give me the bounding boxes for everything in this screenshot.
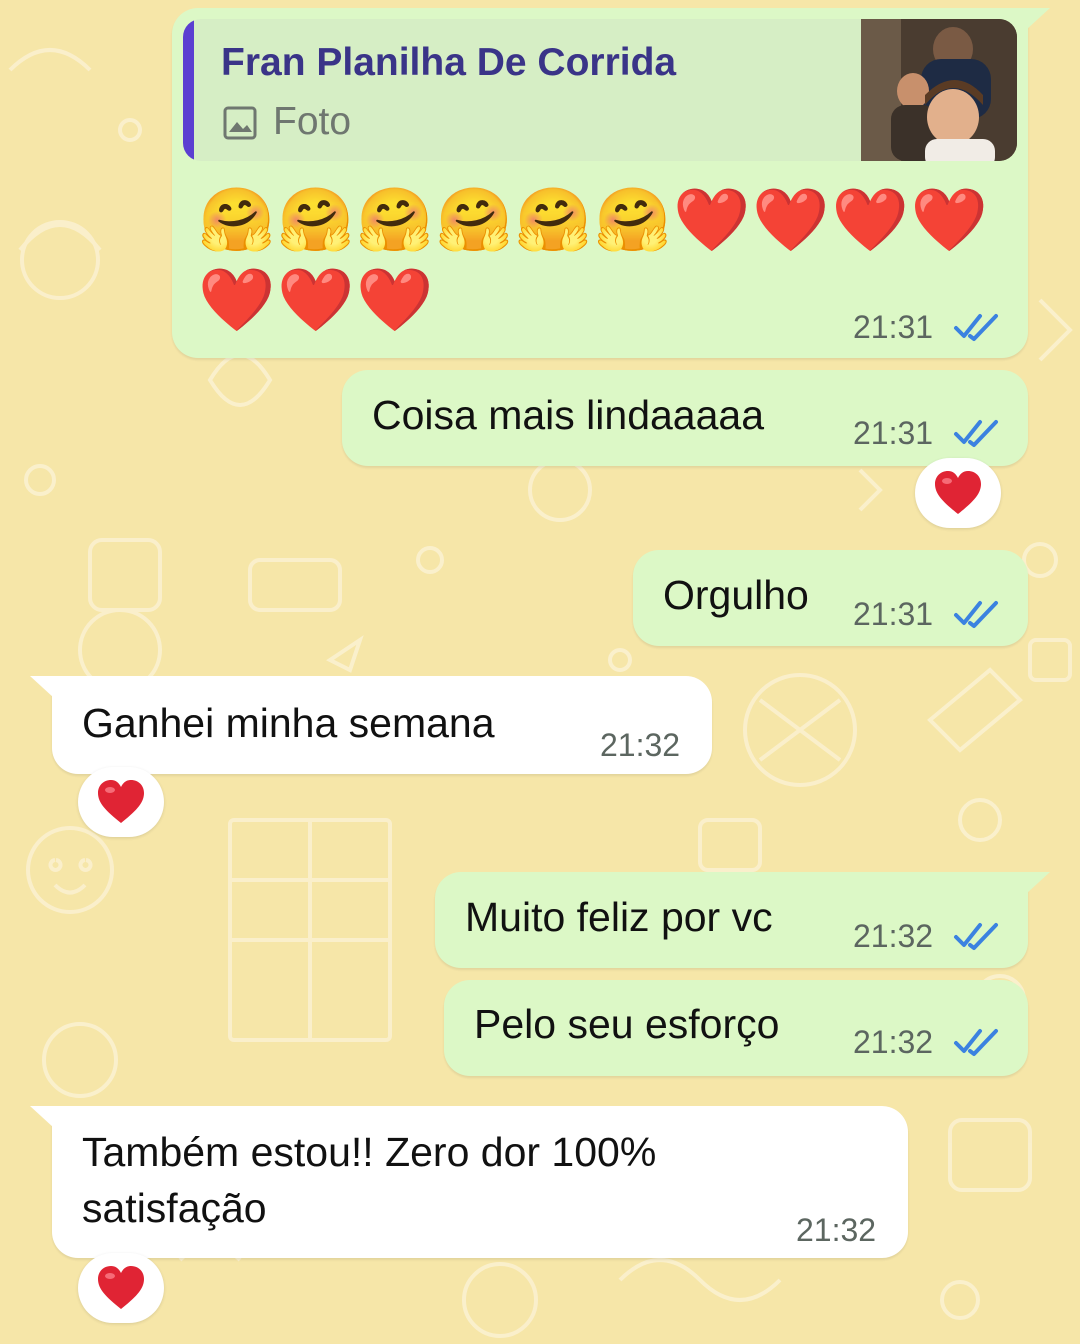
read-receipt-icon (954, 314, 998, 341)
read-receipt-icon (954, 420, 998, 447)
message-time: 21:31 (853, 415, 934, 451)
message-text: Pelo seu esforço (474, 1001, 780, 1047)
message-time: 21:32 (853, 1024, 934, 1060)
message-text-line-1: Também estou!! Zero dor 100% (82, 1129, 657, 1175)
message-time: 21:32 (796, 1212, 877, 1248)
message-text: Muito feliz por vc (465, 894, 773, 940)
read-receipt-icon (954, 601, 998, 628)
image-icon (223, 106, 257, 140)
message-text-line-2: satisfação (82, 1185, 267, 1231)
bubble-tail (1026, 8, 1050, 30)
message-time: 21:32 (600, 727, 681, 763)
red-heart-icon (935, 471, 981, 514)
message-time: 21:32 (853, 918, 934, 954)
reaction-badge[interactable] (915, 458, 1001, 528)
message-time: 21:31 (853, 596, 934, 632)
quoted-type-label: Foto (273, 100, 352, 143)
message-text: Ganhei minha semana (82, 700, 495, 746)
bubble-tail (30, 676, 54, 698)
message-time: 21:31 (853, 309, 934, 345)
quote-accent-bar (183, 19, 194, 161)
message-text: Orgulho (663, 572, 809, 618)
bubble-tail (1026, 872, 1050, 894)
message-text: Coisa mais lindaaaaa (372, 392, 765, 438)
read-receipt-icon (954, 1029, 998, 1056)
read-receipt-icon (954, 923, 998, 950)
reaction-badge[interactable] (78, 1253, 164, 1323)
quoted-photo-thumbnail[interactable] (861, 19, 1017, 161)
red-heart-icon (98, 780, 144, 823)
quoted-author: Fran Planilha De Corrida (221, 41, 677, 84)
bubble-tail (30, 1106, 54, 1128)
reaction-badge[interactable] (78, 767, 164, 837)
quoted-message[interactable]: Fran Planilha De Corrida Foto (183, 19, 1017, 161)
red-heart-icon (98, 1266, 144, 1309)
